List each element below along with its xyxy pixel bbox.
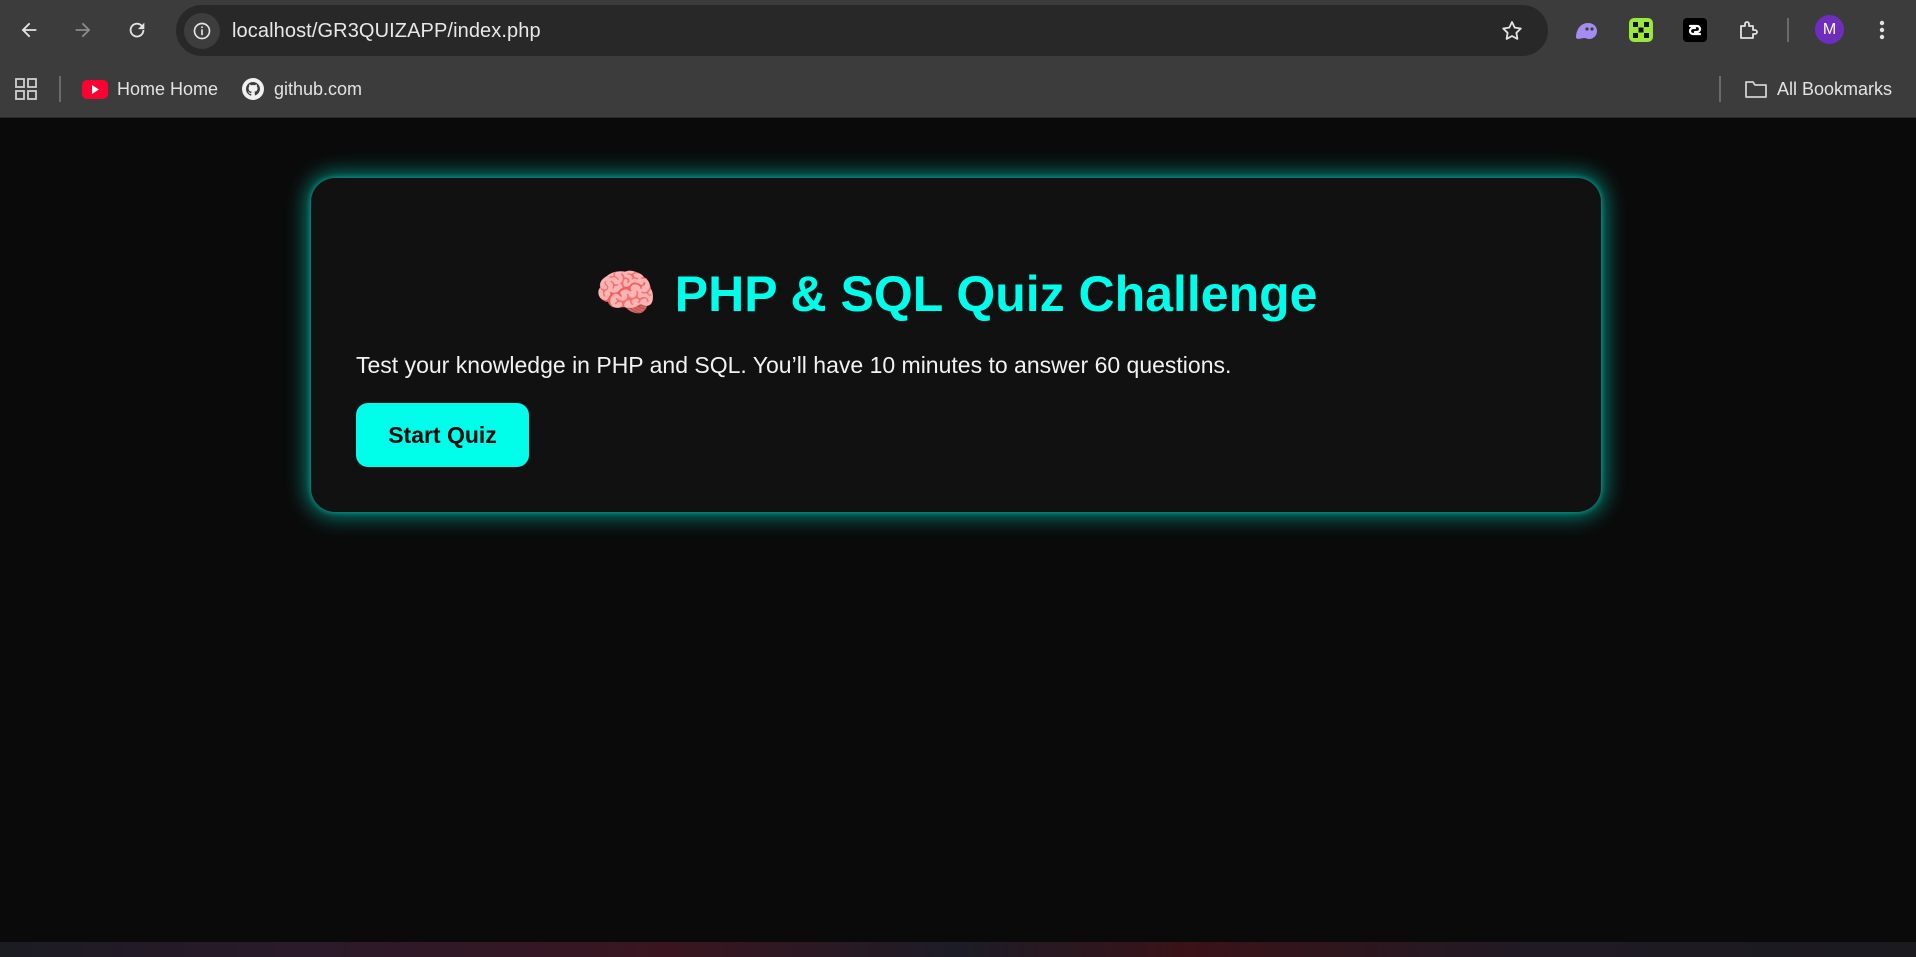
bookmark-label: Home Home (117, 78, 219, 99)
extensions-button[interactable] (1733, 14, 1765, 46)
back-button[interactable] (12, 13, 46, 47)
folder-icon (1745, 81, 1767, 98)
page-title: 🧠 PHP & SQL Quiz Challenge (311, 264, 1601, 323)
bookmarks-divider (59, 76, 61, 102)
more-vertical-icon (1879, 20, 1885, 40)
browser-menu-button[interactable] (1866, 14, 1898, 46)
all-bookmarks-button[interactable]: All Bookmarks (1744, 74, 1892, 104)
bookmark-star-button[interactable] (1498, 17, 1526, 45)
bookmark-label: github.com (274, 78, 363, 99)
puzzle-icon (1740, 21, 1758, 39)
info-icon (193, 22, 211, 40)
link-extension-button[interactable] (1679, 14, 1711, 46)
quiz-title-text: PHP & SQL Quiz Challenge (674, 265, 1318, 322)
url-text[interactable]: localhost/GR3QUIZAPP/index.php (232, 20, 541, 43)
browser-toolbar: localhost/GR3QUIZAPP/index.php M (0, 0, 1916, 61)
apps-button[interactable] (14, 74, 38, 104)
bookmark-github[interactable]: github.com (241, 74, 362, 104)
taskbar-edge (0, 942, 1916, 957)
reload-button[interactable] (120, 13, 154, 47)
bookmarks-bar: Home Home github.com All Bookmarks (0, 61, 1916, 118)
github-icon (242, 78, 264, 100)
ghost-extension-button[interactable] (1570, 14, 1602, 46)
youtube-icon (82, 79, 108, 99)
dice-icon (1629, 18, 1653, 42)
site-info-button[interactable] (184, 13, 220, 49)
star-icon (1502, 21, 1522, 40)
page-content: 🧠 PHP & SQL Quiz Challenge Test your kno… (0, 118, 1916, 942)
all-bookmarks-label: All Bookmarks (1777, 78, 1893, 99)
forward-button[interactable] (66, 13, 100, 47)
apps-grid-icon (15, 78, 37, 100)
start-quiz-button[interactable]: Start Quiz (356, 403, 529, 467)
reload-icon (129, 22, 145, 38)
profile-avatar[interactable]: M (1815, 15, 1844, 44)
bookmarks-divider (1719, 76, 1721, 102)
link-icon (1683, 18, 1707, 42)
quiz-card: 🧠 PHP & SQL Quiz Challenge Test your kno… (311, 178, 1601, 512)
toolbar-divider (1787, 18, 1789, 42)
dice-extension-button[interactable] (1625, 14, 1657, 46)
quiz-description: Test your knowledge in PHP and SQL. You’… (356, 352, 1232, 378)
arrow-right-icon (75, 22, 91, 38)
brain-icon: 🧠 (594, 265, 657, 321)
ghost-icon (1576, 23, 1597, 39)
arrow-left-icon (21, 22, 37, 38)
address-bar[interactable]: localhost/GR3QUIZAPP/index.php (176, 5, 1548, 56)
bookmark-home-home[interactable]: Home Home (82, 74, 218, 104)
